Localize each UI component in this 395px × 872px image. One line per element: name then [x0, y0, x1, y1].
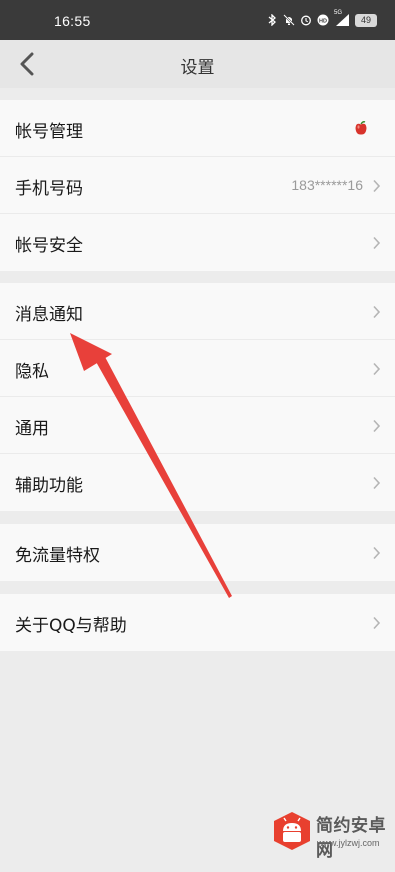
watermark-url: www.jylzwj.com [317, 838, 380, 848]
watermark-title: 简约安卓网 [316, 816, 386, 861]
android-logo-icon [274, 812, 310, 850]
annotation-arrow [70, 333, 232, 598]
watermark: 简约安卓网 www.jylzwj.com [270, 805, 388, 861]
